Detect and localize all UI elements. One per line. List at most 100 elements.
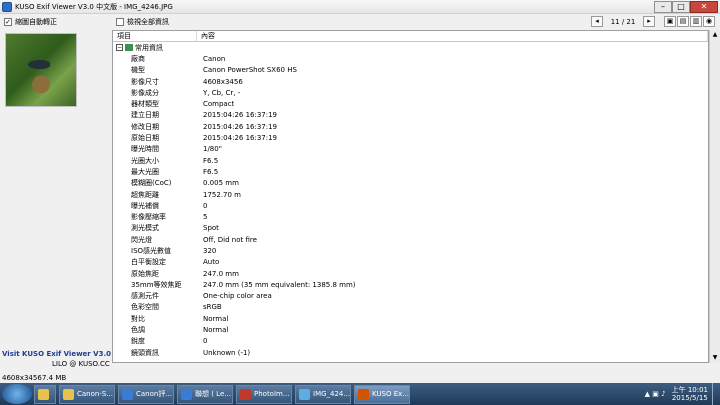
window-title: KUSO Exif Viewer V3.0 中文版 - IMG_4246.JPG bbox=[15, 2, 173, 11]
row-key: 測光模式 bbox=[131, 224, 159, 233]
collapse-icon[interactable]: − bbox=[116, 44, 123, 52]
table-row[interactable]: 銳度 0 bbox=[113, 336, 708, 347]
table-row[interactable]: 影像成分 Y, Cb, Cr, - bbox=[113, 87, 708, 98]
row-key: 閃光燈 bbox=[131, 235, 152, 244]
row-value: Spot bbox=[203, 224, 219, 233]
file-size: 7.4 MB bbox=[42, 374, 67, 382]
taskbar-item-label: KUSO Ex... bbox=[372, 390, 409, 398]
table-row[interactable]: 原始焦距 247.0 mm bbox=[113, 268, 708, 279]
row-value: 0.005 mm bbox=[203, 179, 239, 188]
table-row[interactable]: 影像尺寸 4608x3456 bbox=[113, 76, 708, 87]
vertical-scrollbar[interactable]: ▲ ▼ bbox=[709, 30, 720, 363]
group-common-info[interactable]: − 常用資訊 bbox=[113, 42, 708, 53]
table-row[interactable]: 光圈大小 F6.5 bbox=[113, 155, 708, 166]
table-row[interactable]: 原始日期 2015:04:26 16:37:19 bbox=[113, 132, 708, 143]
next-page-button[interactable]: ▸ bbox=[643, 16, 655, 27]
row-key: 原始焦距 bbox=[131, 269, 159, 278]
checkbox-checked-icon[interactable]: ✓ bbox=[4, 18, 12, 26]
row-value: Canon PowerShot SX60 HS bbox=[203, 66, 297, 75]
row-key: 影像成分 bbox=[131, 88, 159, 97]
row-value: 2015:04:26 16:37:19 bbox=[203, 134, 278, 143]
taskbar-item[interactable]: IMG_424... bbox=[295, 384, 351, 404]
checkbox-empty-icon[interactable] bbox=[116, 18, 124, 26]
taskbar-item-label: Canon評... bbox=[136, 390, 173, 398]
table-row[interactable]: 色調 Normal bbox=[113, 324, 708, 335]
table-row[interactable]: 測光模式 Spot bbox=[113, 223, 708, 234]
photo-thumbnail[interactable] bbox=[5, 33, 77, 107]
auto-rotate-label: 縮圖自動轉正 bbox=[15, 18, 57, 26]
row-value: 0 bbox=[203, 337, 208, 346]
table-row[interactable]: 最大光圈 F6.5 bbox=[113, 166, 708, 177]
column-header-item[interactable]: 項目 bbox=[113, 31, 197, 41]
row-key: 廠商 bbox=[131, 54, 145, 63]
row-value: 247.0 mm bbox=[203, 269, 239, 278]
maximize-button[interactable]: □ bbox=[672, 0, 690, 13]
save-icon[interactable]: ▤ bbox=[677, 16, 689, 27]
table-row[interactable]: 影像壓縮率 5 bbox=[113, 211, 708, 222]
row-value: One-chip color area bbox=[203, 292, 272, 301]
table-row[interactable]: 對比 Normal bbox=[113, 313, 708, 324]
visit-site-link[interactable]: Visit KUSO Exif Viewer V3.0 Site bbox=[2, 350, 129, 358]
auto-rotate-checkbox[interactable]: ✓ 縮圖自動轉正 bbox=[4, 17, 57, 27]
minimize-button[interactable]: – bbox=[654, 0, 672, 13]
taskbar-item[interactable]: KUSO Ex... bbox=[354, 384, 410, 404]
row-value: 5 bbox=[203, 213, 208, 222]
open-folder-icon[interactable]: ▣ bbox=[664, 16, 676, 27]
status-bar: 4608x3456 7.4 MB bbox=[0, 373, 720, 383]
row-value: 2015:04:26 16:37:19 bbox=[203, 122, 278, 131]
taskbar-item[interactable]: 聯想 ( Le... bbox=[177, 384, 233, 404]
page-indicator: 11 / 21 bbox=[610, 17, 636, 26]
clock-time: 上午 10:01 bbox=[671, 386, 708, 394]
scroll-down-icon[interactable]: ▼ bbox=[711, 354, 719, 362]
app-icon bbox=[63, 388, 74, 400]
show-all-checkbox[interactable]: 檢視全部資訊 bbox=[116, 17, 169, 27]
settings-icon[interactable]: ◉ bbox=[703, 16, 715, 27]
table-row[interactable]: 35mm等效焦距 247.0 mm (35 mm equivalent: 1385… bbox=[113, 279, 708, 290]
row-value: 4608x3456 bbox=[203, 77, 243, 86]
table-row[interactable]: 鏡頭資訊 Unknown (-1) bbox=[113, 347, 708, 358]
view-icon[interactable]: ▥ bbox=[690, 16, 702, 27]
column-header-content[interactable]: 內容 bbox=[197, 31, 708, 41]
table-row[interactable]: 曝光時間 1/80" bbox=[113, 144, 708, 155]
row-key: 白平衡設定 bbox=[131, 258, 166, 267]
prev-page-button[interactable]: ◂ bbox=[591, 16, 603, 27]
table-row[interactable]: 感測元件 One-chip color area bbox=[113, 291, 708, 302]
tray-icons[interactable]: ▲ ▣ ♪ bbox=[645, 390, 666, 398]
table-row[interactable]: 曝光補償 0 bbox=[113, 200, 708, 211]
show-desktop-button[interactable] bbox=[712, 383, 720, 405]
table-row[interactable]: 白平衡設定 Auto bbox=[113, 257, 708, 268]
app-icon bbox=[122, 388, 133, 400]
taskbar-item[interactable] bbox=[34, 384, 56, 404]
row-key: 器材類型 bbox=[131, 100, 159, 109]
author-link[interactable]: LILO @ KUSO.CC bbox=[52, 360, 110, 368]
table-row[interactable]: 廠商 Canon bbox=[113, 53, 708, 64]
table-row[interactable]: 修改日期 2015:04:26 16:37:19 bbox=[113, 121, 708, 132]
taskbar-item[interactable]: Canon-S... bbox=[59, 384, 115, 404]
clock[interactable]: 上午 10:01 2015/5/15 bbox=[672, 386, 708, 402]
table-row[interactable]: 機型 Canon PowerShot SX60 HS bbox=[113, 65, 708, 76]
taskbar-item-label: Canon-S... bbox=[77, 390, 113, 398]
table-row[interactable]: 超焦距離 1752.70 m bbox=[113, 189, 708, 200]
table-row[interactable]: 模糊圈(CoC) 0.005 mm bbox=[113, 178, 708, 189]
close-button[interactable]: ✕ bbox=[690, 0, 718, 13]
taskbar-item[interactable]: Canon評... bbox=[118, 384, 174, 404]
table-row[interactable]: ISO感光數值 320 bbox=[113, 245, 708, 256]
taskbar-item-label: 聯想 ( Le... bbox=[195, 390, 231, 398]
taskbar-item-label: IMG_424... bbox=[313, 390, 351, 398]
taskbar: Canon-S... Canon評... 聯想 ( Le... PhotoIm... I… bbox=[0, 383, 720, 405]
table-row[interactable]: 建立日期 2015:04:26 16:37:19 bbox=[113, 110, 708, 121]
table-row[interactable]: 閃光燈 Off, Did not fire bbox=[113, 234, 708, 245]
start-button[interactable] bbox=[2, 384, 32, 404]
table-row[interactable]: 器材類型 Compact bbox=[113, 98, 708, 109]
row-value: Compact bbox=[203, 100, 235, 109]
scroll-up-icon[interactable]: ▲ bbox=[711, 31, 719, 39]
row-key: 機型 bbox=[131, 66, 145, 75]
group-label: 常用資訊 bbox=[135, 43, 163, 52]
toolbar: ✓ 縮圖自動轉正 檢視全部資訊 ◂ 11 / 21 ▸ ▣ ▤ ▥ ◉ bbox=[0, 14, 720, 30]
clock-date: 2015/5/15 bbox=[671, 394, 708, 402]
table-row[interactable]: 色彩空間 sRGB bbox=[113, 302, 708, 313]
row-key: 建立日期 bbox=[131, 111, 159, 120]
taskbar-item[interactable]: PhotoIm... bbox=[236, 384, 292, 404]
row-key: 感測元件 bbox=[131, 292, 159, 301]
table-header: 項目 內容 bbox=[113, 31, 708, 42]
